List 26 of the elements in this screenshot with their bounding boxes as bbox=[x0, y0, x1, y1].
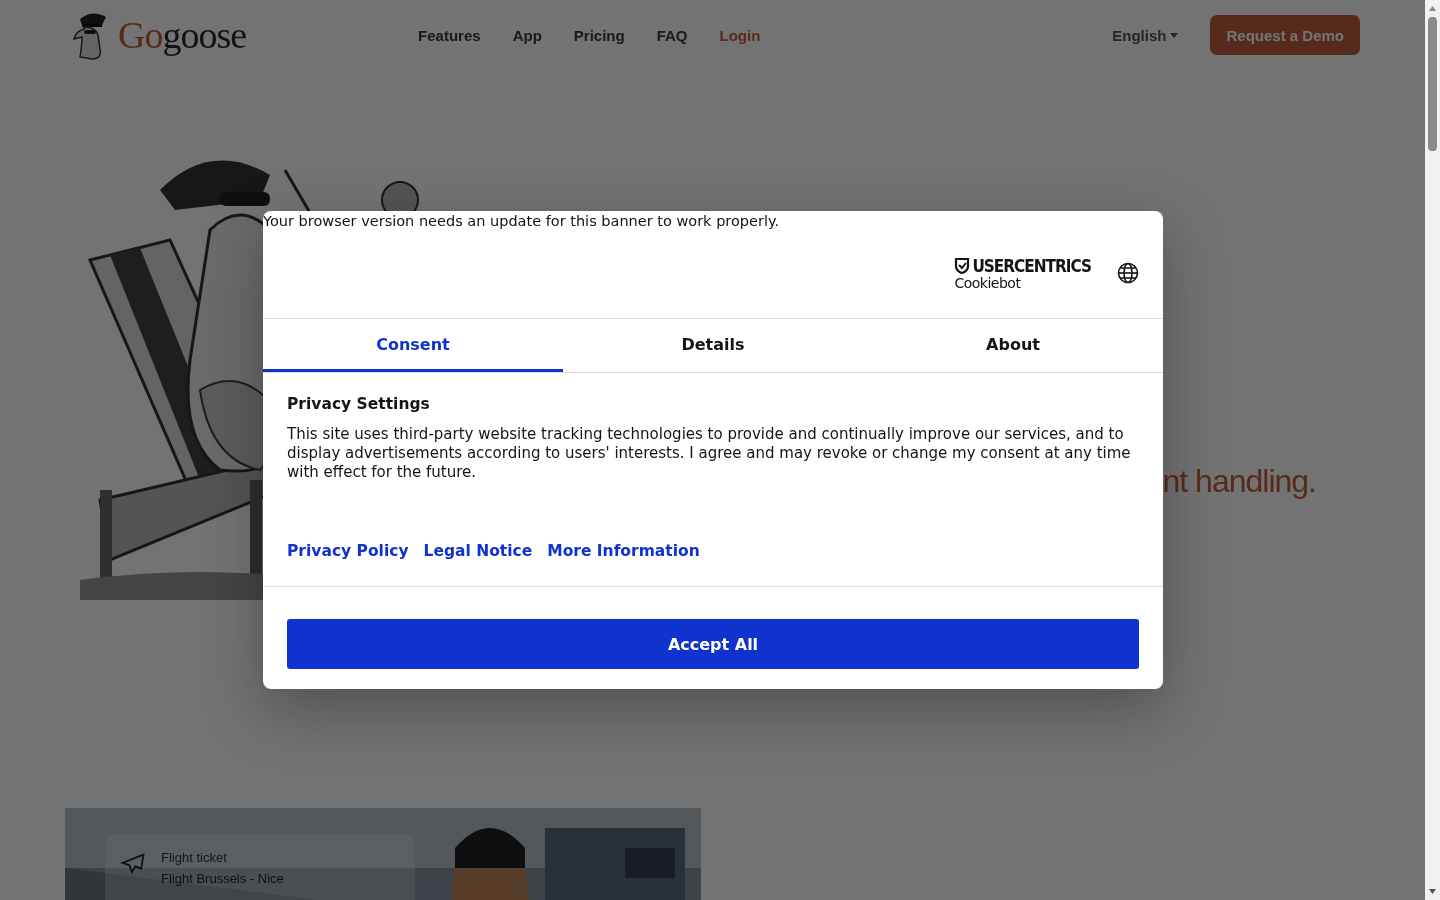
logo-wordmark[interactable]: Gogoose bbox=[118, 13, 247, 57]
card-title: Flight ticket bbox=[161, 850, 228, 865]
policy-link[interactable]: Privacy Policy bbox=[287, 542, 409, 560]
consent-text: This site uses third-party website tracking technologies to provide and continually improve our services, and to display advertisements according to users' interests. I agree and may revoke or change my consent at any time with effect for the future. bbox=[287, 425, 1132, 482]
policy-link[interactable]: Legal Notice bbox=[423, 542, 533, 560]
notice-text: Your browser version needs an update for this banner to work properly. bbox=[263, 212, 781, 229]
nav-link[interactable]: FAQ bbox=[656, 26, 688, 44]
brand-product: Cookiebot bbox=[954, 275, 1022, 290]
nav-link[interactable]: Pricing bbox=[573, 26, 625, 44]
nav-link[interactable]: Features bbox=[418, 26, 481, 44]
nav-link[interactable]: Login bbox=[719, 26, 761, 44]
nav-link[interactable]: App bbox=[512, 26, 542, 44]
scrollbar[interactable] bbox=[1425, 0, 1440, 900]
brand-logo: USERCENTRICS bbox=[954, 255, 1091, 276]
section-heading: Privacy Settings bbox=[287, 395, 431, 413]
language-dropdown[interactable]: English bbox=[1112, 26, 1179, 44]
hero-headline: nt handling. bbox=[1162, 464, 1316, 500]
policy-link[interactable]: More Information bbox=[547, 542, 700, 560]
caret-icon bbox=[1170, 32, 1179, 38]
request-demo-button[interactable]: Request a Demo bbox=[1210, 15, 1360, 55]
globe-icon[interactable] bbox=[1117, 261, 1139, 284]
tab[interactable]: Details bbox=[563, 319, 863, 372]
tab[interactable]: About bbox=[863, 319, 1163, 372]
tab[interactable]: Consent bbox=[263, 319, 563, 372]
accept-all-button[interactable]: Accept All bbox=[287, 619, 1139, 669]
card-subtitle: Flight Brussels - Nice bbox=[161, 871, 284, 886]
